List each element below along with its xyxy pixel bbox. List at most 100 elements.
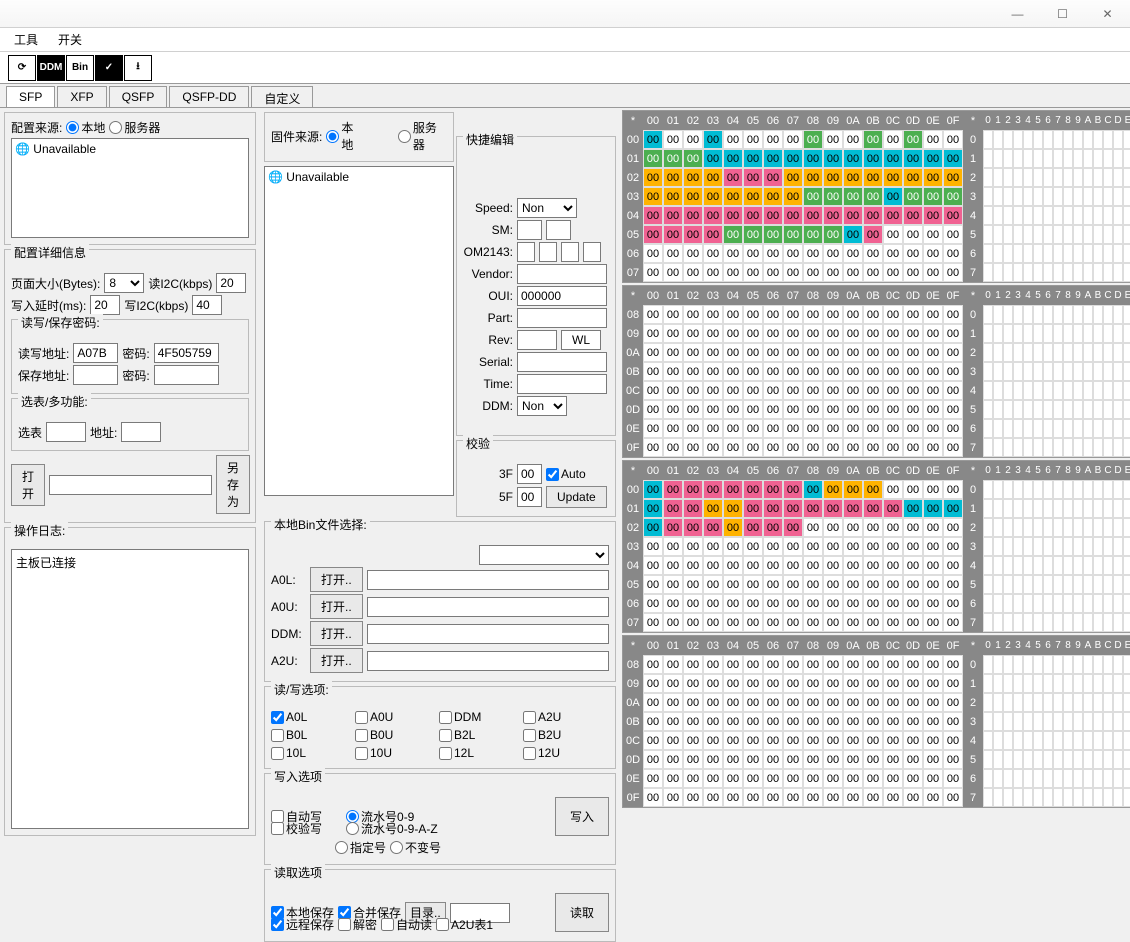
rw-B0U[interactable] [355,729,368,742]
hex-cell[interactable]: 00 [803,149,823,168]
hex-cell[interactable]: 00 [743,305,763,324]
hex-cell[interactable]: 00 [703,263,723,282]
hex-cell[interactable]: 00 [843,130,863,149]
hex-cell[interactable]: 00 [763,537,783,556]
hex-cell[interactable]: 00 [663,750,683,769]
hex-cell[interactable]: 00 [743,381,763,400]
hex-cell[interactable]: 00 [903,362,923,381]
hex-cell[interactable]: 00 [643,594,663,613]
hex-cell[interactable]: 00 [643,362,663,381]
file-path-input[interactable] [49,475,212,495]
hex-cell[interactable]: 00 [863,438,883,457]
3f-input[interactable] [517,464,542,484]
hex-cell[interactable]: 00 [783,343,803,362]
hex-cell[interactable]: 00 [743,324,763,343]
hex-cell[interactable]: 00 [903,613,923,632]
hex-cell[interactable]: 00 [743,244,763,263]
hex-cell[interactable]: 00 [723,305,743,324]
hex-cell[interactable]: 00 [823,343,843,362]
hex-cell[interactable]: 00 [723,263,743,282]
hex-cell[interactable]: 00 [803,244,823,263]
hex-cell[interactable]: 00 [883,381,903,400]
hex-cell[interactable]: 00 [843,480,863,499]
hex-cell[interactable]: 00 [763,655,783,674]
hex-cell[interactable]: 00 [663,438,683,457]
read-button[interactable]: 读取 [555,893,609,932]
hex-cell[interactable]: 00 [643,381,663,400]
hex-cell[interactable]: 00 [843,575,863,594]
keep-radio[interactable] [390,841,403,854]
hex-cell[interactable]: 00 [663,655,683,674]
hex-cell[interactable]: 00 [783,324,803,343]
hex-cell[interactable]: 00 [903,712,923,731]
a0l-open[interactable]: 打开.. [310,567,363,592]
hex-cell[interactable]: 00 [923,556,943,575]
om1[interactable] [517,242,535,262]
sel-table-input[interactable] [46,422,86,442]
a0u-open[interactable]: 打开.. [310,594,363,619]
hex-cell[interactable]: 00 [723,712,743,731]
hex-cell[interactable]: 00 [743,674,763,693]
hex-cell[interactable]: 00 [703,731,723,750]
hex-cell[interactable]: 00 [863,674,883,693]
hex-cell[interactable]: 00 [783,400,803,419]
hex-cell[interactable]: 00 [843,731,863,750]
hex-cell[interactable]: 00 [683,537,703,556]
hex-cell[interactable]: 00 [863,655,883,674]
hex-cell[interactable]: 00 [663,419,683,438]
hex-cell[interactable]: 00 [743,556,763,575]
hex-cell[interactable]: 00 [763,788,783,807]
hex-cell[interactable]: 00 [783,305,803,324]
decrypt-check[interactable] [338,918,351,931]
hex-cell[interactable]: 00 [663,499,683,518]
hex-cell[interactable]: 00 [683,731,703,750]
saveas-button[interactable]: 另存为 [216,455,250,514]
hex-cell[interactable]: 00 [823,788,843,807]
hex-cell[interactable]: 00 [703,788,723,807]
hex-cell[interactable]: 00 [883,594,903,613]
5f-input[interactable] [517,487,542,507]
ddm-open[interactable]: 打开.. [310,621,363,646]
menu-switch[interactable]: 开关 [52,29,88,50]
hex-cell[interactable]: 00 [783,518,803,537]
hex-cell[interactable]: 00 [823,263,843,282]
hex-cell[interactable]: 00 [863,225,883,244]
hex-cell[interactable]: 00 [803,575,823,594]
hex-cell[interactable]: 00 [823,537,843,556]
hex-cell[interactable]: 00 [703,499,723,518]
hex-cell[interactable]: 00 [883,438,903,457]
hex-cell[interactable]: 00 [763,499,783,518]
hex-cell[interactable]: 00 [743,575,763,594]
hex-cell[interactable]: 00 [823,594,843,613]
hex-cell[interactable]: 00 [803,400,823,419]
hex-cell[interactable]: 00 [783,769,803,788]
hex-cell[interactable]: 00 [783,438,803,457]
hex-cell[interactable]: 00 [883,362,903,381]
om2[interactable] [539,242,557,262]
hex-cell[interactable]: 00 [823,499,843,518]
hex-cell[interactable]: 00 [903,655,923,674]
hex-cell[interactable]: 00 [803,130,823,149]
hex-cell[interactable]: 00 [703,655,723,674]
hex-cell[interactable]: 00 [863,362,883,381]
hex-cell[interactable]: 00 [803,537,823,556]
hex-cell[interactable]: 00 [783,575,803,594]
hex-cell[interactable]: 00 [843,693,863,712]
hex-cell[interactable]: 00 [683,324,703,343]
hex-cell[interactable]: 00 [783,788,803,807]
hex-cell[interactable]: 00 [743,206,763,225]
hex-cell[interactable]: 00 [863,381,883,400]
hex-cell[interactable]: 00 [883,244,903,263]
hex-cell[interactable]: 00 [703,712,723,731]
hex-cell[interactable]: 00 [643,769,663,788]
hex-cell[interactable]: 00 [643,225,663,244]
hex-cell[interactable]: 00 [903,594,923,613]
hex-cell[interactable]: 00 [703,130,723,149]
remotesave-check[interactable] [271,918,284,931]
hex-cell[interactable]: 00 [923,712,943,731]
hex-cell[interactable]: 00 [843,400,863,419]
hex-cell[interactable]: 00 [803,225,823,244]
hex-cell[interactable]: 00 [643,305,663,324]
hex-cell[interactable]: 00 [743,750,763,769]
hex-cell[interactable]: 00 [843,187,863,206]
